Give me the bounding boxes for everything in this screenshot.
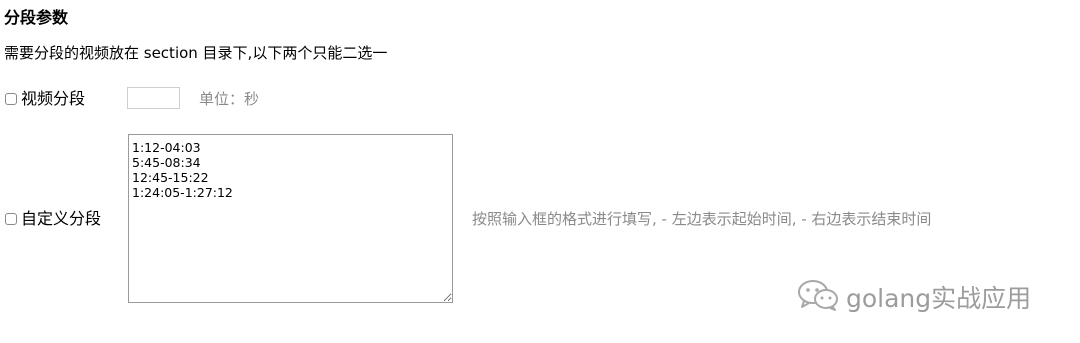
unit-label: 单位：秒 (199, 90, 260, 108)
section-title: 分段参数 (4, 8, 69, 27)
video-segment-option: 视频分段 (5, 88, 85, 110)
section-description: 需要分段的视频放在 section 目录下,以下两个只能二选一 (4, 44, 388, 62)
custom-segment-checkbox[interactable] (5, 213, 17, 225)
watermark-text: golang实战应用 (846, 283, 1032, 313)
video-segment-label: 视频分段 (21, 89, 86, 108)
wechat-icon (796, 278, 846, 319)
watermark: golang实战应用 (796, 278, 1031, 319)
video-segment-checkbox[interactable] (5, 93, 17, 105)
segment-seconds-input[interactable] (127, 87, 180, 109)
custom-segment-label: 自定义分段 (21, 209, 102, 228)
custom-segment-option: 自定义分段 (5, 208, 101, 230)
page: 分段参数 需要分段的视频放在 section 目录下,以下两个只能二选一 视频分… (0, 0, 1080, 343)
format-hint: 按照输入框的格式进行填写, - 左边表示起始时间, - 右边表示结束时间 (472, 210, 932, 228)
custom-segments-textarea[interactable] (128, 134, 453, 303)
